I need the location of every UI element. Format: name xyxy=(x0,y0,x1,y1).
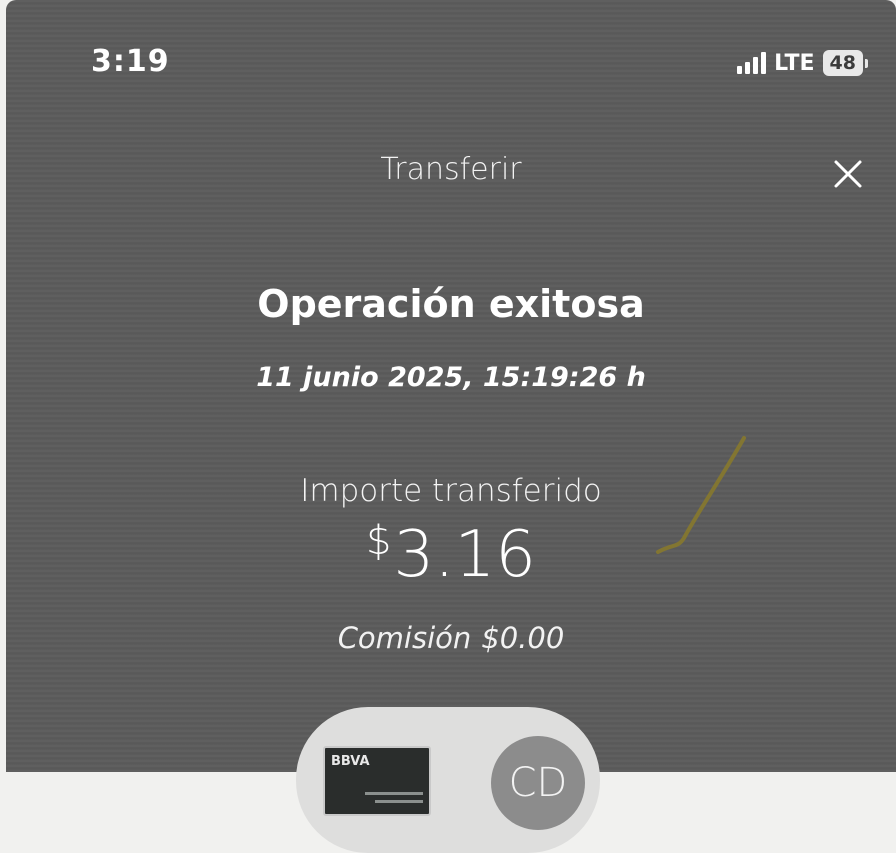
success-heading: Operación exitosa xyxy=(257,282,645,326)
commission-row: Comisión $0.00 xyxy=(6,621,896,655)
status-indicators: LTE 48 xyxy=(737,50,868,76)
close-icon[interactable] xyxy=(828,154,868,194)
battery-level: 48 xyxy=(822,50,863,76)
network-label: LTE xyxy=(774,50,815,76)
currency-symbol: $ xyxy=(366,518,392,564)
card-brand: BBVA xyxy=(331,754,370,769)
status-time: 3:19 xyxy=(91,44,170,79)
source-card: BBVA xyxy=(323,746,431,816)
signal-icon xyxy=(737,52,767,74)
battery-icon: 48 xyxy=(822,50,868,76)
operation-datetime: 11 junio 2025, 15:19:26 h xyxy=(256,362,646,393)
recipient-avatar: CD xyxy=(491,736,585,830)
amount-number: 3.16 xyxy=(393,518,536,592)
handwritten-check-mark xyxy=(656,436,746,554)
commission-value: $0.00 xyxy=(481,621,565,655)
page-title: Transferir xyxy=(380,152,522,187)
commission-label: Comisión xyxy=(337,621,472,655)
transfer-receipt-screen: 3:19 LTE 48 Transferir Operación exitosa… xyxy=(6,0,896,772)
